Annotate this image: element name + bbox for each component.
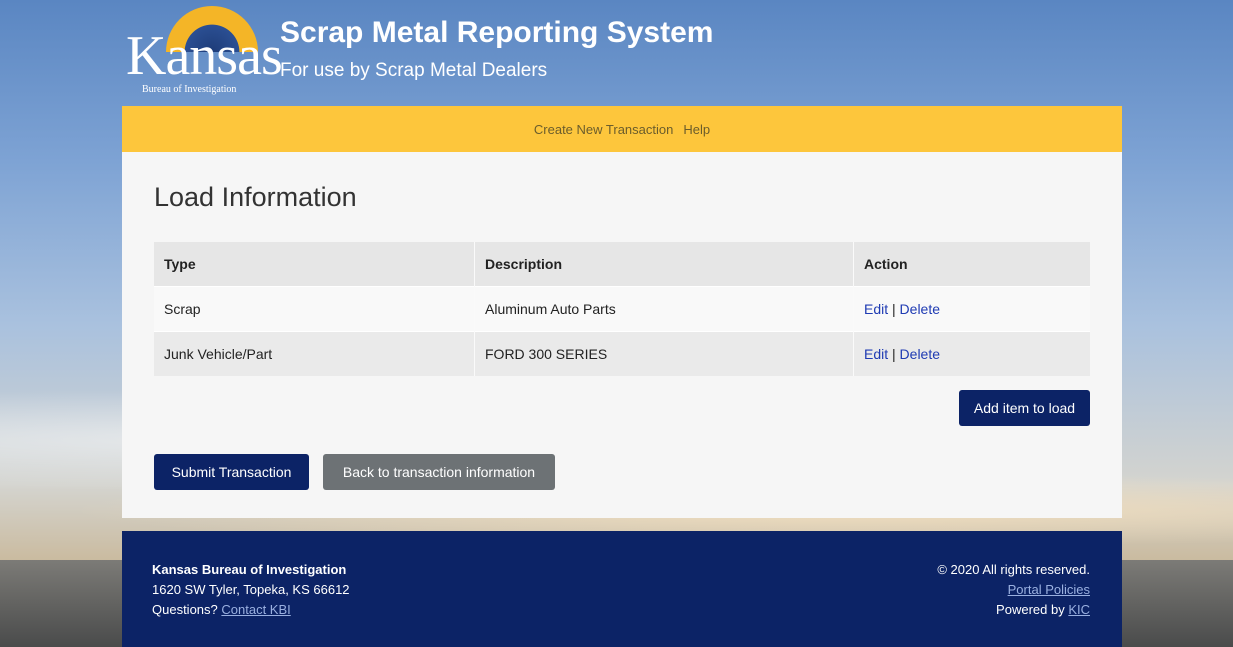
back-to-transaction-button[interactable]: Back to transaction information: [323, 454, 555, 490]
cell-action: Edit | Delete: [853, 286, 1090, 332]
edit-link[interactable]: Edit: [864, 301, 888, 317]
add-item-to-load-button[interactable]: Add item to load: [959, 390, 1090, 426]
cell-action: Edit | Delete: [853, 331, 1090, 376]
delete-link[interactable]: Delete: [900, 346, 940, 362]
footer-questions-label: Questions?: [152, 602, 218, 617]
load-items-table: Type Description Action Scrap Aluminum A…: [154, 242, 1090, 376]
powered-by-label: Powered by: [996, 602, 1065, 617]
footer-questions: Questions? Contact KBI: [152, 600, 350, 620]
action-separator: |: [892, 346, 896, 362]
footer-copyright: © 2020 All rights reserved.: [937, 562, 1090, 577]
logo-wordmark: Kansas: [126, 25, 283, 87]
footer-powered-by: Powered by KIC: [937, 600, 1090, 620]
main-content: Load Information Type Description Action…: [122, 152, 1122, 518]
nav-create-new-transaction[interactable]: Create New Transaction: [534, 122, 673, 137]
cell-type: Scrap: [154, 286, 475, 332]
submit-transaction-button[interactable]: Submit Transaction: [154, 454, 309, 490]
action-separator: |: [892, 301, 896, 317]
logo-subtitle: Bureau of Investigation: [142, 84, 237, 95]
cell-type: Junk Vehicle/Part: [154, 331, 475, 376]
contact-kbi-link[interactable]: Contact KBI: [221, 602, 290, 617]
edit-link[interactable]: Edit: [864, 346, 888, 362]
site-subtitle: For use by Scrap Metal Dealers: [280, 60, 548, 81]
footer-address: 1620 SW Tyler, Topeka, KS 66612: [152, 582, 350, 597]
cell-description: Aluminum Auto Parts: [474, 286, 854, 332]
footer-contact-info: Kansas Bureau of Investigation 1620 SW T…: [152, 560, 350, 620]
delete-link[interactable]: Delete: [900, 301, 940, 317]
portal-policies-link[interactable]: Portal Policies: [1008, 582, 1090, 597]
table-row: Scrap Aluminum Auto Parts Edit | Delete: [154, 286, 1090, 332]
site-header: Kansas Bureau of Investigation Scrap Met…: [122, 0, 1122, 106]
site-title: Scrap Metal Reporting System: [280, 16, 714, 49]
main-nav: Create New Transaction Help: [122, 106, 1122, 152]
column-header-type: Type: [154, 242, 475, 287]
footer-org-name: Kansas Bureau of Investigation: [152, 562, 347, 577]
kbi-logo[interactable]: Kansas Bureau of Investigation: [126, 4, 283, 96]
kic-link[interactable]: KIC: [1068, 602, 1090, 617]
column-header-action: Action: [853, 242, 1090, 287]
cell-description: FORD 300 SERIES: [474, 331, 854, 376]
nav-help[interactable]: Help: [683, 122, 710, 137]
page-title: Load Information: [154, 182, 357, 212]
column-header-description: Description: [474, 242, 854, 287]
table-row: Junk Vehicle/Part FORD 300 SERIES Edit |…: [154, 331, 1090, 376]
footer-legal: © 2020 All rights reserved. Portal Polic…: [937, 560, 1090, 620]
table-header-row: Type Description Action: [154, 242, 1090, 287]
site-footer: Kansas Bureau of Investigation 1620 SW T…: [122, 531, 1122, 647]
